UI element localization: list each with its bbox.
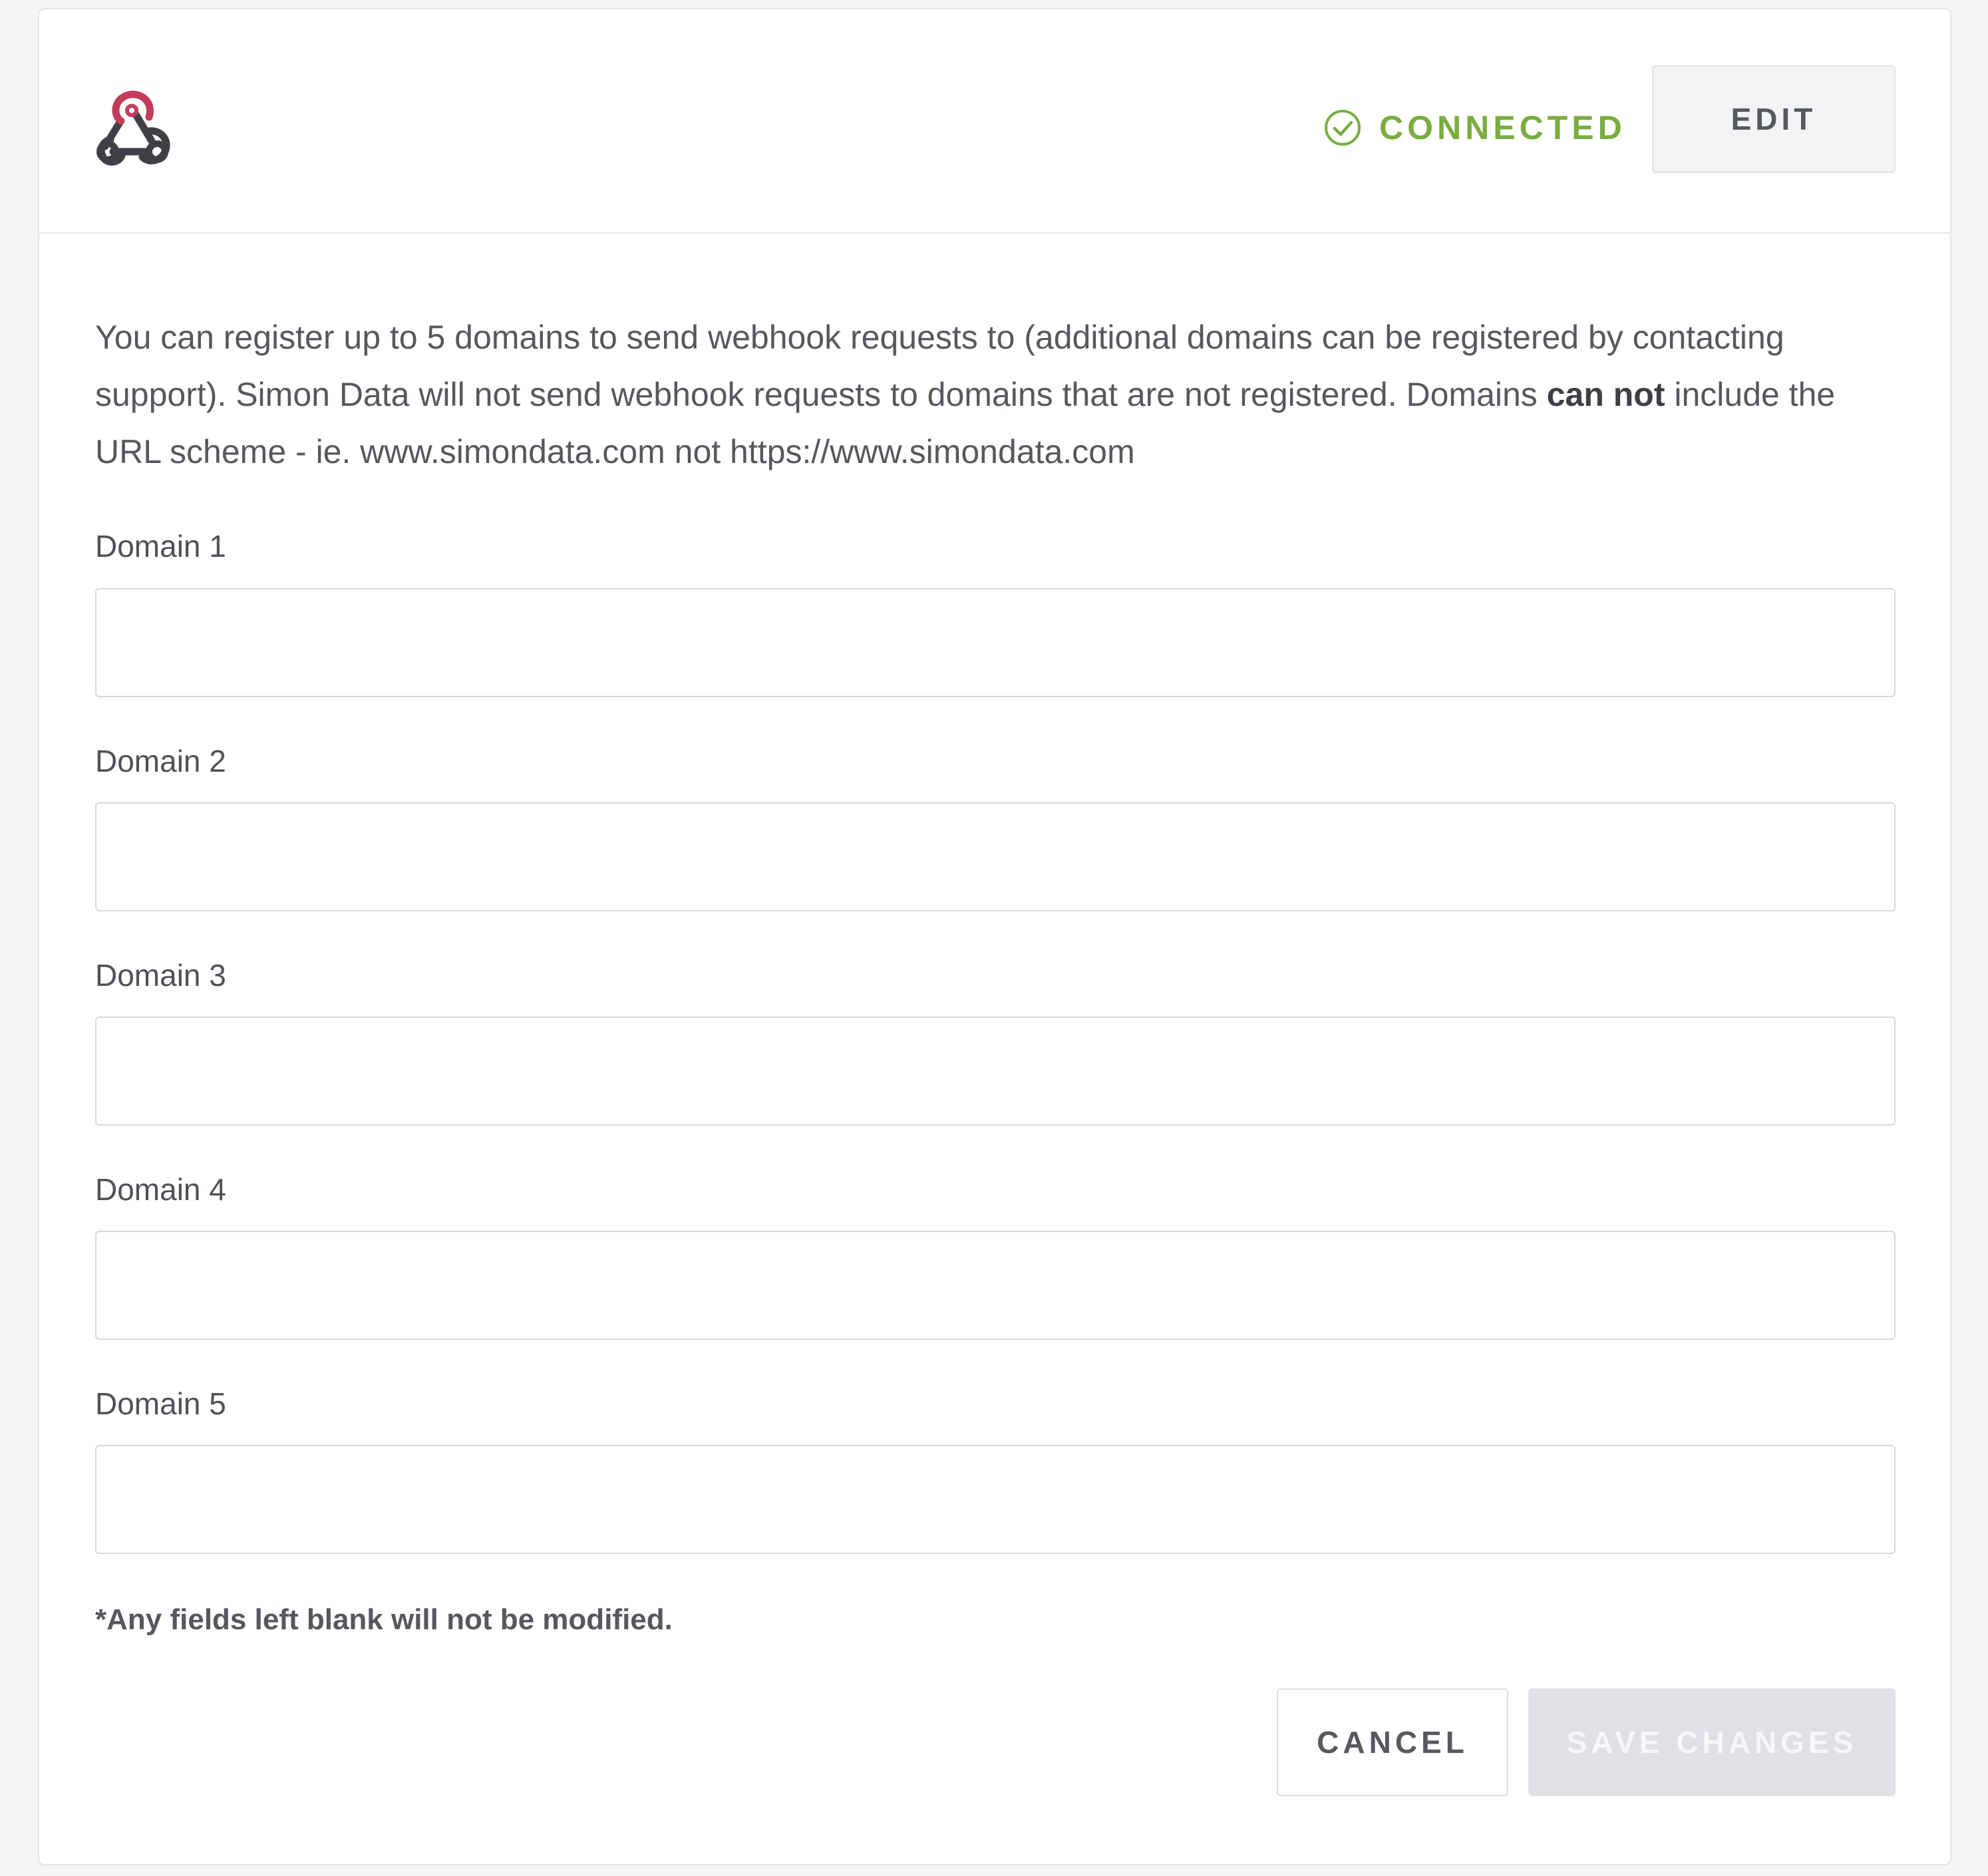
save-changes-button[interactable]: SAVE CHANGES [1528,1688,1896,1796]
blank-fields-note: *Any fields left blank will not be modif… [95,1603,673,1636]
cancel-button[interactable]: CANCEL [1277,1688,1508,1796]
edit-button[interactable]: EDIT [1652,65,1896,173]
domain-2-label: Domain 2 [95,744,226,778]
status-label: CONNECTED [1379,109,1626,146]
intro-text-part1: You can register up to 5 domains to send… [95,319,1784,413]
domain-form-intro: You can register up to 5 domains to send… [95,309,1896,480]
domain-3-label: Domain 3 [95,958,226,993]
card-header: CONNECTED EDIT [39,9,1950,234]
webhook-settings-card: CONNECTED EDIT You can register up to 5 … [38,8,1951,1865]
domain-2-input[interactable] [95,802,1896,911]
intro-text: You can register up to 5 domains to send… [95,309,1896,480]
connection-status: CONNECTED [1323,106,1626,149]
domain-1-label: Domain 1 [95,529,226,563]
domain-4-label: Domain 4 [95,1172,226,1207]
check-circle-icon [1325,110,1361,146]
intro-text-emphasis: can not [1546,376,1665,413]
domain-5-input[interactable] [95,1445,1896,1554]
domain-5-label: Domain 5 [95,1386,226,1421]
webhook-icon [96,90,170,166]
domain-3-input[interactable] [95,1016,1896,1126]
domain-4-input[interactable] [95,1231,1896,1340]
domain-1-input[interactable] [95,588,1896,697]
